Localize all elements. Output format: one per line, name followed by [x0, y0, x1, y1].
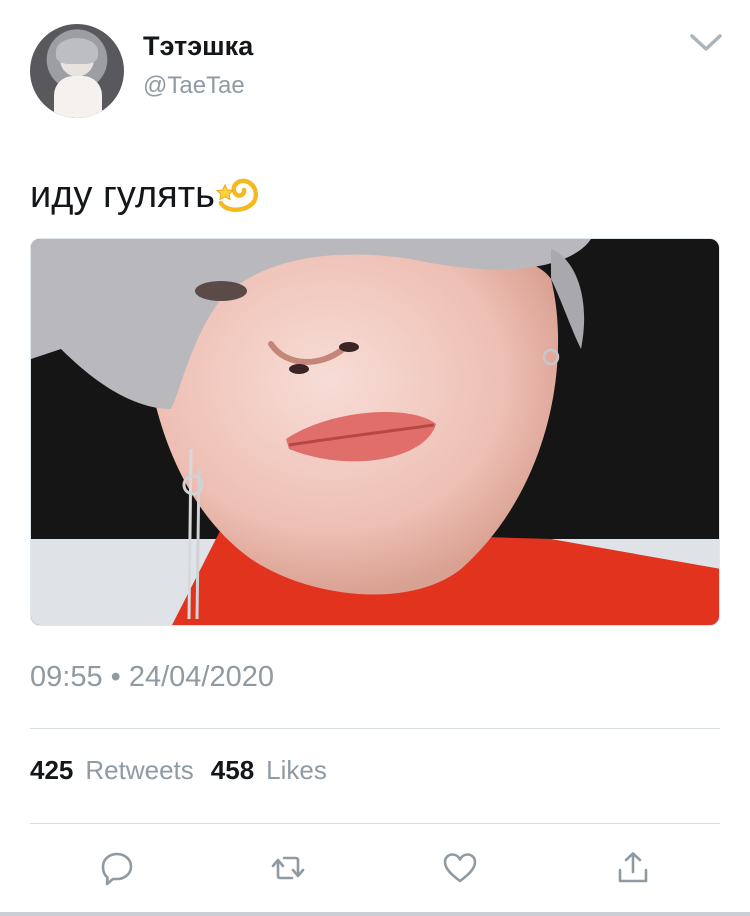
tweet-text-container: иду гулять — [30, 173, 259, 217]
tweet-photo[interactable] — [30, 238, 720, 626]
retweets-label: Retweets — [85, 755, 194, 785]
retweets-stat[interactable]: 425 Retweets — [30, 755, 194, 785]
dizzy-icon — [215, 178, 258, 212]
retweets-count: 425 — [30, 755, 74, 785]
likes-stat[interactable]: 458 Likes — [211, 755, 327, 785]
tweet-text: иду гулять — [30, 174, 215, 216]
author-display-name[interactable]: Тэтэшка — [143, 31, 253, 62]
avatar-figure — [54, 76, 102, 118]
bottom-border — [0, 912, 750, 916]
avatar[interactable] — [30, 24, 124, 118]
likes-label: Likes — [266, 755, 327, 785]
divider — [30, 823, 720, 824]
divider — [30, 728, 720, 729]
author-handle[interactable]: @TaeTae — [143, 72, 245, 100]
reply-icon[interactable] — [99, 850, 135, 886]
retweet-icon[interactable] — [270, 850, 306, 886]
chevron-down-icon[interactable] — [688, 30, 724, 54]
tweet-timestamp[interactable]: 09:55 • 24/04/2020 — [30, 661, 274, 694]
share-icon[interactable] — [615, 850, 651, 886]
photo-image — [31, 239, 719, 625]
tweet-detail: Тэтэшка @TaeTae иду гулять 09:55 • 24/04… — [0, 0, 750, 916]
engagement-stats: 425 Retweets 458 Likes — [30, 755, 327, 786]
likes-count: 458 — [210, 755, 255, 785]
like-icon[interactable] — [442, 850, 478, 886]
avatar-hair — [56, 38, 98, 64]
